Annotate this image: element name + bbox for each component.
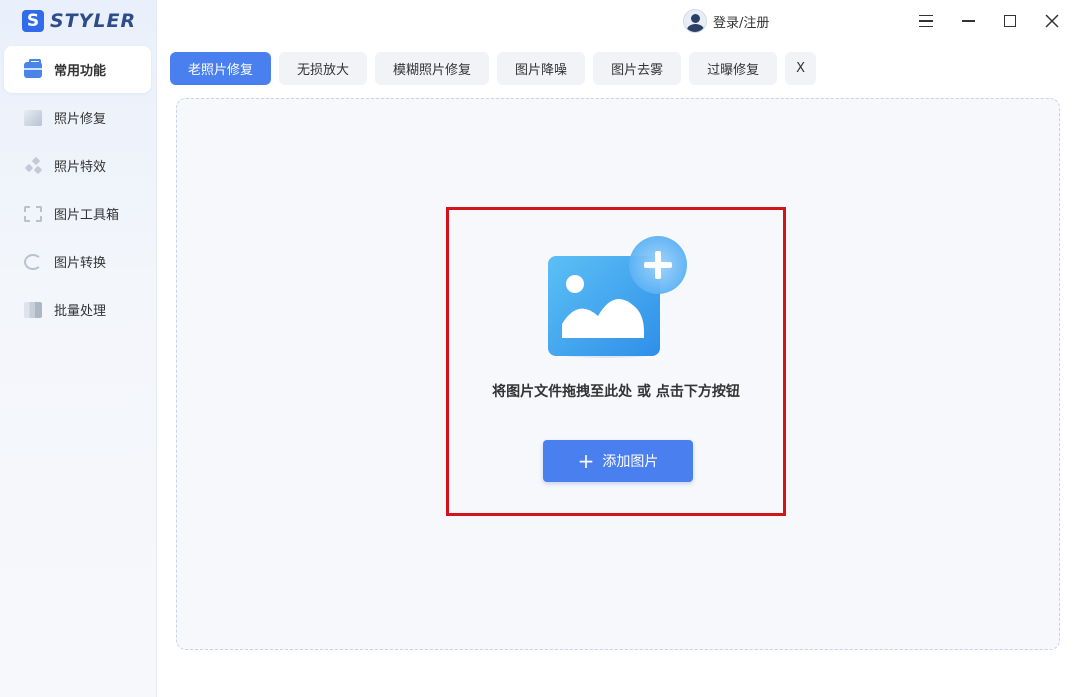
menu-button[interactable]: [915, 10, 937, 32]
add-image-label: 添加图片: [602, 454, 659, 470]
maximize-icon: [1004, 15, 1016, 27]
briefcase-icon: [24, 58, 42, 78]
tab-blur-repair[interactable]: 模糊照片修复: [375, 52, 490, 85]
sidebar-item-common[interactable]: 常用功能: [4, 46, 151, 93]
sidebar-item-label: 常用功能: [54, 64, 107, 79]
close-button[interactable]: [1041, 10, 1063, 32]
sidebar-item-label: 图片工具箱: [54, 208, 120, 223]
add-image-icon: [548, 236, 687, 358]
app-name: STYLER: [50, 10, 137, 32]
sidebar-nav: 常用功能 照片修复 照片特效 图片工具箱 图片转换 批量处理: [4, 46, 151, 334]
photo-icon: [24, 109, 42, 126]
close-icon: [1045, 14, 1059, 28]
minimize-button[interactable]: [957, 10, 979, 32]
sidebar-item-photo-repair[interactable]: 照片修复: [4, 94, 151, 141]
login-label: 登录/注册: [713, 15, 770, 31]
sidebar-item-label: 图片转换: [54, 256, 107, 271]
sidebar-item-label: 照片修复: [54, 112, 107, 127]
sidebar-item-batch[interactable]: 批量处理: [4, 286, 151, 333]
function-tabs: 老照片修复 无损放大 模糊照片修复 图片降噪 图片去雾 过曝修复 X: [170, 52, 816, 85]
maximize-button[interactable]: [999, 10, 1021, 32]
tab-dehaze[interactable]: 图片去雾: [593, 52, 682, 85]
menu-icon: [919, 15, 933, 27]
sidebar-item-photo-effects[interactable]: 照片特效: [4, 142, 151, 189]
tab-denoise[interactable]: 图片降噪: [497, 52, 586, 85]
logo-mark: S: [22, 10, 44, 32]
user-avatar-icon: [683, 9, 707, 33]
sidebar-item-convert[interactable]: 图片转换: [4, 238, 151, 285]
login-button[interactable]: 登录/注册: [683, 9, 769, 33]
add-image-button[interactable]: + 添加图片: [543, 440, 693, 482]
plus-icon: +: [577, 449, 595, 473]
tab-old-photo-repair[interactable]: 老照片修复: [170, 52, 272, 85]
sidebar-item-label: 批量处理: [54, 304, 107, 319]
drop-hint-text: 将图片文件拖拽至此处 或 点击下方按钮: [492, 384, 740, 400]
sidebar-item-label: 照片特效: [54, 160, 107, 175]
convert-icon: [24, 253, 42, 270]
minimize-icon: [961, 20, 975, 22]
sidebar-item-toolbox[interactable]: 图片工具箱: [4, 190, 151, 237]
sidebar: S STYLER 常用功能 照片修复 照片特效 图片工具箱 图片转换 批量处理: [0, 0, 157, 697]
batch-icon: [24, 301, 42, 318]
tab-overexposure-repair[interactable]: 过曝修复: [689, 52, 778, 85]
sparkle-icon: [24, 156, 43, 174]
tab-lossless-upscale[interactable]: 无损放大: [279, 52, 368, 85]
tab-close-button[interactable]: X: [785, 52, 816, 85]
app-logo: S STYLER: [22, 9, 136, 33]
toolbox-icon: [24, 205, 42, 222]
